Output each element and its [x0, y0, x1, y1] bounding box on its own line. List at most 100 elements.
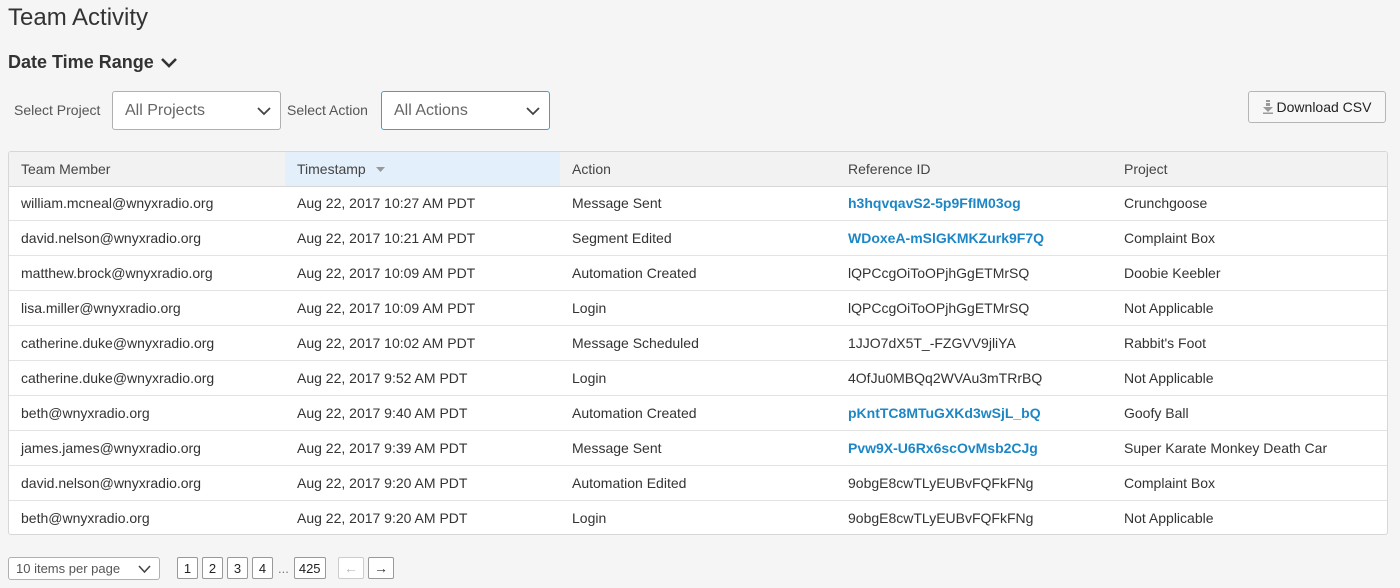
cell-team-member: william.mcneal@wnyxradio.org [9, 186, 285, 222]
cell-reference-id: WDoxeA-mSlGKMKZurk9F7Q [836, 220, 1112, 257]
cell-action: Message Scheduled [560, 325, 836, 361]
cell-timestamp: Aug 22, 2017 10:09 AM PDT [285, 255, 560, 292]
action-select-value: All Actions [394, 101, 468, 119]
cell-action: Automation Edited [560, 465, 836, 501]
cell-reference-id: 4OfJu0MBQq2WVAu3mTRrBQ [836, 360, 1112, 396]
cell-action: Segment Edited [560, 220, 836, 257]
download-csv-button[interactable]: Download CSV [1248, 91, 1386, 123]
cell-timestamp: Aug 22, 2017 10:27 AM PDT [285, 186, 560, 222]
table-row: david.nelson@wnyxradio.org Aug 22, 2017 1… [9, 220, 1387, 257]
page-button-last[interactable]: 425 [293, 557, 326, 579]
select-action-label: Select Action [287, 102, 368, 118]
cell-timestamp: Aug 22, 2017 9:39 AM PDT [285, 430, 560, 466]
table-row: matthew.brock@wnyxradio.org Aug 22, 2017 … [9, 255, 1387, 292]
cell-project: Rabbit's Foot [1112, 325, 1387, 361]
cell-reference-id: Pvw9X-U6Rx6scOvMsb2CJg [836, 430, 1112, 466]
pagination: 1 2 3 4 ... 425 [177, 557, 326, 579]
column-header-reference-id[interactable]: Reference ID [836, 152, 1112, 187]
page-button-1[interactable]: 1 [177, 557, 198, 579]
table-row: beth@wnyxradio.org Aug 22, 2017 9:20 AM P… [9, 500, 1387, 534]
table-row: james.james@wnyxradio.org Aug 22, 2017 9:… [9, 430, 1387, 466]
cell-timestamp: Aug 22, 2017 10:21 AM PDT [285, 220, 560, 257]
page-title: Team Activity [8, 4, 149, 31]
table-row: lisa.miller@wnyxradio.org Aug 22, 2017 10… [9, 290, 1387, 327]
reference-id-link[interactable]: pKntTC8MTuGXKd3wSjL_bQ [848, 405, 1041, 421]
cell-action: Automation Created [560, 255, 836, 292]
table-row: catherine.duke@wnyxradio.org Aug 22, 2017… [9, 360, 1387, 396]
chevron-down-icon [526, 107, 540, 116]
cell-project: Not Applicable [1112, 360, 1387, 396]
reference-id-link[interactable]: Pvw9X-U6Rx6scOvMsb2CJg [848, 440, 1038, 456]
cell-team-member: catherine.duke@wnyxradio.org [9, 325, 285, 361]
table-header-row: Team Member Timestamp Action Reference I… [9, 152, 1387, 187]
cell-project: Doobie Keebler [1112, 255, 1387, 292]
table-row: catherine.duke@wnyxradio.org Aug 22, 2017… [9, 325, 1387, 361]
cell-team-member: catherine.duke@wnyxradio.org [9, 360, 285, 396]
cell-reference-id: lQPCcgOiToOPjhGgETMrSQ [836, 255, 1112, 292]
cell-action: Login [572, 509, 607, 526]
next-page-button[interactable]: → [368, 557, 394, 579]
select-project-label: Select Project [14, 102, 101, 118]
cell-team-member: james.james@wnyxradio.org [9, 430, 285, 466]
cell-action: Automation Created [560, 395, 836, 431]
pagination-ellipsis: ... [278, 560, 289, 576]
cell-timestamp: Aug 22, 2017 9:52 AM PDT [285, 360, 560, 396]
cell-team-member: beth@wnyxradio.org [21, 509, 150, 526]
cell-team-member: david.nelson@wnyxradio.org [9, 465, 285, 501]
chevron-down-icon [138, 565, 151, 574]
items-per-page-select[interactable]: 10 items per page [8, 557, 160, 580]
page-button-4[interactable]: 4 [252, 557, 273, 579]
column-header-timestamp[interactable]: Timestamp [285, 152, 560, 187]
cell-reference-id: 9obgE8cwTLyEUBvFQFkFNg [848, 509, 1034, 526]
page-button-2[interactable]: 2 [202, 557, 223, 579]
cell-team-member: lisa.miller@wnyxradio.org [9, 290, 285, 327]
cell-timestamp: Aug 22, 2017 9:20 AM PDT [285, 465, 560, 501]
cell-reference-id: h3hqvqavS2-5p9FfIM03og [836, 186, 1112, 222]
cell-reference-id: 1JJO7dX5T_-FZGVV9jliYA [836, 325, 1112, 361]
sort-down-icon [375, 167, 385, 173]
table-row: david.nelson@wnyxradio.org Aug 22, 2017 9… [9, 465, 1387, 501]
cell-action: Message Sent [560, 430, 836, 466]
table-row: beth@wnyxradio.org Aug 22, 2017 9:40 AM P… [9, 395, 1387, 431]
date-range-toggle[interactable]: Date Time Range [8, 52, 178, 73]
cell-team-member: david.nelson@wnyxradio.org [9, 220, 285, 257]
cell-reference-id: lQPCcgOiToOPjhGgETMrSQ [836, 290, 1112, 327]
cell-reference-id: 9obgE8cwTLyEUBvFQFkFNg [836, 465, 1112, 501]
chevron-down-icon [160, 57, 177, 68]
cell-project: Crunchgoose [1112, 186, 1387, 222]
date-range-label: Date Time Range [8, 52, 154, 72]
cell-project: Goofy Ball [1112, 395, 1387, 431]
cell-timestamp: Aug 22, 2017 10:09 AM PDT [285, 290, 560, 327]
column-header-project[interactable]: Project [1112, 152, 1387, 187]
project-select-value: All Projects [125, 101, 206, 119]
cell-project: Super Karate Monkey Death Car [1112, 430, 1387, 466]
reference-id-link[interactable]: h3hqvqavS2-5p9FfIM03og [848, 195, 1021, 211]
reference-id-link[interactable]: WDoxeA-mSlGKMKZurk9F7Q [848, 230, 1044, 246]
cell-team-member: matthew.brock@wnyxradio.org [9, 255, 285, 292]
table-row: william.mcneal@wnyxradio.org Aug 22, 2017… [9, 186, 1387, 222]
items-per-page-value: 10 items per page [16, 561, 121, 576]
activity-table: Team Member Timestamp Action Reference I… [8, 151, 1388, 535]
download-csv-label: Download CSV [1276, 99, 1372, 115]
cell-reference-id: pKntTC8MTuGXKd3wSjL_bQ [836, 395, 1112, 431]
column-header-action[interactable]: Action [560, 152, 836, 187]
page-button-3[interactable]: 3 [227, 557, 248, 579]
column-header-team-member[interactable]: Team Member [9, 152, 285, 187]
cell-project: Not Applicable [1112, 290, 1387, 327]
cell-project: Complaint Box [1112, 220, 1387, 257]
project-select[interactable]: All Projects [112, 91, 281, 130]
cell-project: Not Applicable [1124, 509, 1214, 526]
cell-action: Message Sent [560, 186, 836, 222]
chevron-down-icon [257, 107, 271, 116]
action-select[interactable]: All Actions [381, 91, 550, 130]
cell-action: Login [560, 360, 836, 396]
cell-team-member: beth@wnyxradio.org [9, 395, 285, 431]
cell-timestamp: Aug 22, 2017 9:20 AM PDT [297, 509, 468, 526]
cell-timestamp: Aug 22, 2017 9:40 AM PDT [285, 395, 560, 431]
cell-timestamp: Aug 22, 2017 10:02 AM PDT [285, 325, 560, 361]
cell-project: Complaint Box [1112, 465, 1387, 501]
download-icon [1262, 100, 1273, 114]
pagination-nav: ← → [338, 557, 394, 579]
prev-page-button[interactable]: ← [338, 557, 364, 579]
cell-action: Login [560, 290, 836, 327]
